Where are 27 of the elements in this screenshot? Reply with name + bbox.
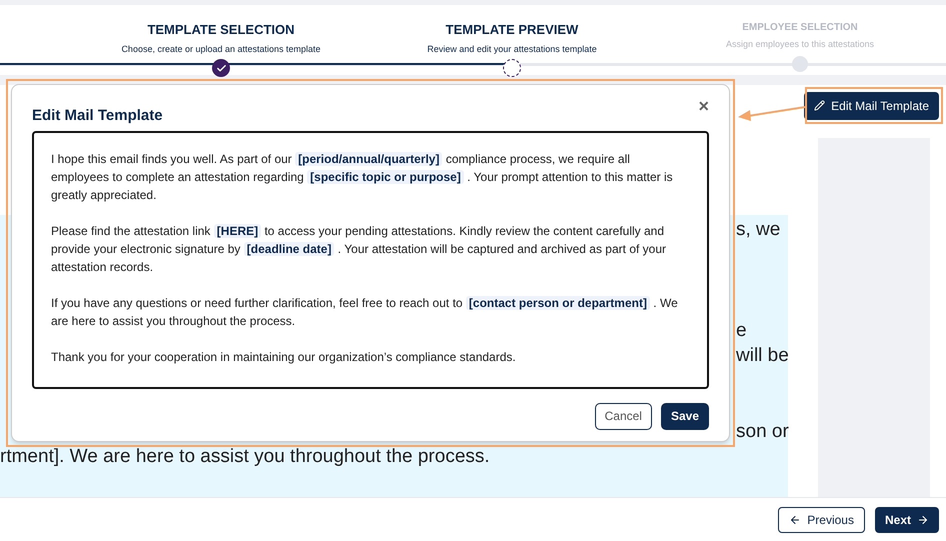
mail-editor[interactable] [32,130,709,388]
save-button[interactable]: Save [660,402,709,430]
next-button[interactable]: Next [874,506,939,532]
cancel-button[interactable]: Cancel [594,402,652,430]
step-title: EMPLOYEE SELECTION [742,21,858,35]
background-text: e [736,319,747,343]
arrow-icon [736,104,806,122]
arrow-right-icon [917,514,929,526]
mail-paragraph: Thank you for your cooperation in maintaining our organization’s compliance standards. [51,348,517,366]
background-text: rtment]. We are here to assist you throughout the process. [0,445,490,469]
edit-mail-template-button[interactable]: Edit Mail Template [804,92,939,120]
close-button[interactable]: × [698,97,709,115]
previous-button[interactable]: Previous [778,506,865,532]
mail-paragraph: I hope this email finds you well. As part of our [period/annual/quarterly] compliance process, we require all employees to complete an attestation regarding [specific topic or purpose] . Your prompt attention to this matter is greatly appreciated. [51,150,674,204]
arrow-left-icon [789,514,802,526]
background-text: s, we [736,218,780,242]
step-subtitle: Review and edit your attestations template [427,42,597,56]
pencil-icon [814,100,826,111]
background-text: son or [736,420,789,444]
mail-paragraph: If you have any questions or need further clarification, feel free to reach out to [contact person or department] . We are here to assist you throughout the process. [51,294,679,330]
background-text: will be [736,344,789,368]
step-subtitle: Choose, create or upload an attestations template [121,42,321,56]
step-title: TEMPLATE SELECTION [147,21,295,39]
step-subtitle: Assign employees to this attestations [726,38,874,51]
dialog-title: Edit Mail Template [32,106,163,126]
step-title: TEMPLATE PREVIEW [446,21,578,39]
mail-paragraph: Please find the attestation link [HERE] to access your pending attestations. Kindly review the content carefully and provide your electronic signature by [deadline date] . Your attestation will be captured and archived as part of your attestation records. [51,222,668,276]
